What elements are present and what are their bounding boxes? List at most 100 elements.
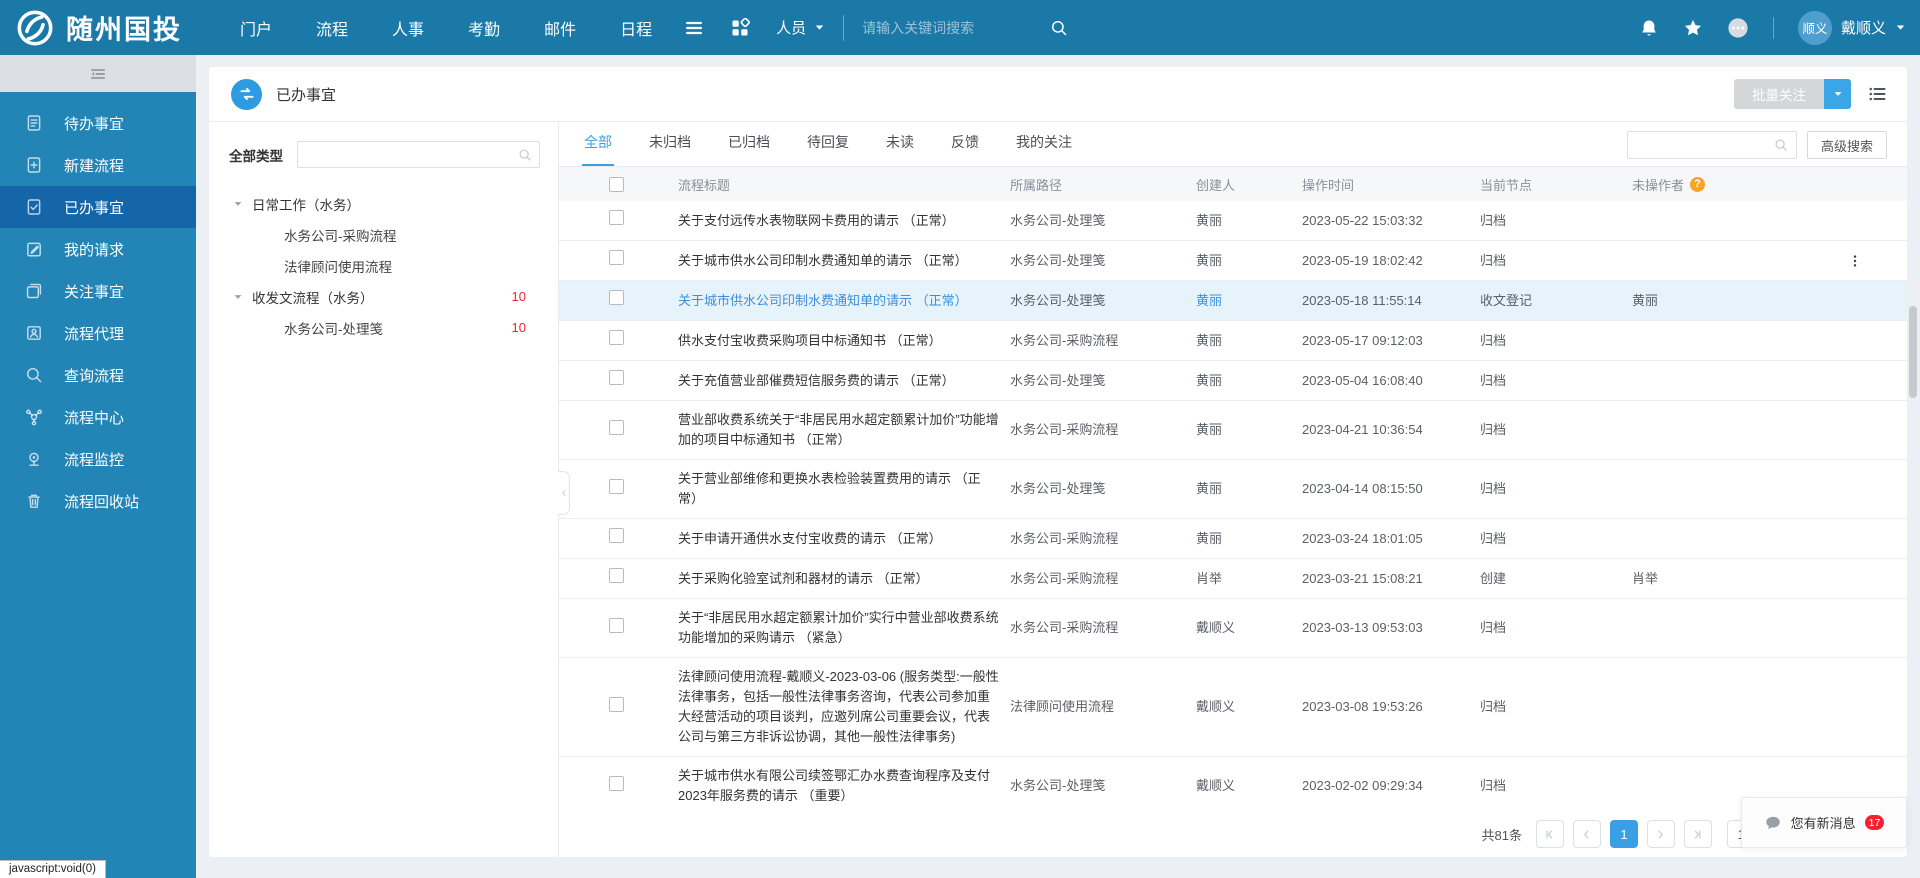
table-row[interactable]: 法律顾问使用流程-戴顺义-2023-03-06 (服务类型:一般性法律事务，包括… xyxy=(559,658,1907,757)
sidebar-item[interactable]: 已办事宜 xyxy=(0,186,196,228)
table-row[interactable]: 关于城市供水有限公司续签鄂汇办水费查询程序及支付2023年服务费的请示 （重要）… xyxy=(559,757,1907,811)
row-checkbox[interactable] xyxy=(609,528,624,543)
status-tab[interactable]: 全部 xyxy=(582,132,614,166)
sidebar-item[interactable]: 待办事宜 xyxy=(0,102,196,144)
status-tab[interactable]: 我的关注 xyxy=(1014,132,1074,166)
table-row[interactable]: 关于采购化验室试剂和器材的请示 （正常） 水务公司-采购流程 肖举 2023-0… xyxy=(559,559,1907,599)
row-title-link[interactable]: 关于采购化验室试剂和器材的请示 （正常） xyxy=(678,560,1010,598)
row-checkbox[interactable] xyxy=(609,330,624,345)
sidebar-item[interactable]: 我的请求 xyxy=(0,228,196,270)
top-nav-item[interactable]: 邮件 xyxy=(544,16,576,40)
row-title-link[interactable]: 供水支付宝收费采购项目中标通知书 （正常） xyxy=(678,322,1010,360)
pagination: 共81条 1 100 跳至 页 xyxy=(559,811,1907,857)
row-checkbox[interactable] xyxy=(609,210,624,225)
row-title-link[interactable]: 关于城市供水有限公司续签鄂汇办水费查询程序及支付2023年服务费的请示 （重要） xyxy=(678,757,1010,811)
row-checkbox[interactable] xyxy=(609,776,624,791)
sidebar-item[interactable]: 流程回收站 xyxy=(0,480,196,522)
row-title-link[interactable]: 关于“非居民用水超定额累计加价”实行中营业部收费系统功能增加的采购请示 （紧急） xyxy=(678,599,1010,657)
top-nav-item[interactable]: 日程 xyxy=(620,16,652,40)
caret-down-icon[interactable] xyxy=(233,199,243,209)
top-nav-item[interactable]: 流程 xyxy=(316,16,348,40)
company-logo-icon xyxy=(16,9,54,47)
module-switcher[interactable]: 人员 xyxy=(776,17,825,38)
prev-page-button[interactable] xyxy=(1573,820,1601,848)
row-title-link[interactable]: 关于充值营业部催费短信服务费的请示 （正常） xyxy=(678,362,1010,400)
row-title-link[interactable]: 关于支付远传水表物联网卡费用的请示 （正常） xyxy=(678,202,1010,240)
search-icon[interactable] xyxy=(1050,19,1068,37)
table-row[interactable]: 关于城市供水公司印制水费通知单的请示 （正常） 水务公司-处理笺 黄丽 2023… xyxy=(559,241,1907,281)
row-title-link[interactable]: 关于营业部维修和更换水表检验装置费用的请示 （正常） xyxy=(678,460,1010,518)
table-row[interactable]: 营业部收费系统关于“非居民用水超定额累计加价”功能增加的项目中标通知书 （正常）… xyxy=(559,401,1907,460)
type-search-input[interactable] xyxy=(305,147,518,162)
search-input[interactable] xyxy=(862,20,1032,36)
sidebar-collapse-button[interactable] xyxy=(0,55,196,92)
table-row[interactable]: 关于“非居民用水超定额累计加价”实行中营业部收费系统功能增加的采购请示 （紧急）… xyxy=(559,599,1907,658)
row-title-link[interactable]: 法律顾问使用流程-戴顺义-2023-03-06 (服务类型:一般性法律事务，包括… xyxy=(678,658,1010,756)
menu-icon[interactable] xyxy=(684,18,704,38)
select-all-checkbox[interactable] xyxy=(609,177,624,192)
tree-item[interactable]: 收发文流程（水务） 10 xyxy=(229,281,540,312)
caret-down-icon[interactable] xyxy=(233,292,243,302)
row-checkbox[interactable] xyxy=(609,618,624,633)
tree-item[interactable]: 水务公司-采购流程 xyxy=(229,219,540,250)
top-nav-item[interactable]: 考勤 xyxy=(468,16,500,40)
search-icon[interactable] xyxy=(1774,138,1788,152)
sidebar-item[interactable]: 查询流程 xyxy=(0,354,196,396)
table-row[interactable]: 关于充值营业部催费短信服务费的请示 （正常） 水务公司-处理笺 黄丽 2023-… xyxy=(559,361,1907,401)
vertical-scrollbar[interactable] xyxy=(1909,306,1917,398)
search-icon[interactable] xyxy=(518,148,532,162)
sidebar-item-label: 流程中心 xyxy=(64,407,124,428)
tree-item[interactable]: 水务公司-处理笺 10 xyxy=(229,312,540,343)
status-tab[interactable]: 未归档 xyxy=(647,132,693,166)
batch-follow-button[interactable]: 批量关注 xyxy=(1734,79,1824,109)
list-search-input[interactable] xyxy=(1636,138,1774,153)
star-icon[interactable] xyxy=(1683,18,1703,38)
row-checkbox[interactable] xyxy=(609,250,624,265)
list-view-icon[interactable] xyxy=(1867,84,1887,104)
app-logo[interactable]: 随州国投 xyxy=(0,8,230,47)
sidebar-item[interactable]: 新建流程 xyxy=(0,144,196,186)
row-pending xyxy=(1632,252,1907,270)
first-page-button[interactable] xyxy=(1536,820,1564,848)
row-title-link[interactable]: 关于城市供水公司印制水费通知单的请示 （正常） xyxy=(678,282,1010,320)
status-tab[interactable]: 已归档 xyxy=(726,132,772,166)
table-row[interactable]: 关于支付远传水表物联网卡费用的请示 （正常） 水务公司-处理笺 黄丽 2023-… xyxy=(559,201,1907,241)
sidebar-item[interactable]: 流程代理 xyxy=(0,312,196,354)
batch-follow-dropdown-button[interactable] xyxy=(1824,79,1851,109)
row-title-link[interactable]: 关于城市供水公司印制水费通知单的请示 （正常） xyxy=(678,242,1010,280)
collapse-tree-panel-handle[interactable] xyxy=(558,471,570,515)
row-checkbox[interactable] xyxy=(609,479,624,494)
help-icon[interactable]: ? xyxy=(1690,177,1705,192)
new-message-toast[interactable]: 您有新消息 17 xyxy=(1741,797,1907,848)
status-tab[interactable]: 未读 xyxy=(884,132,916,166)
more-icon[interactable] xyxy=(1727,17,1749,39)
table-row[interactable]: 关于营业部维修和更换水表检验装置费用的请示 （正常） 水务公司-处理笺 黄丽 2… xyxy=(559,460,1907,519)
advanced-search-button[interactable]: 高级搜索 xyxy=(1807,131,1887,159)
row-title-link[interactable]: 营业部收费系统关于“非居民用水超定额累计加价”功能增加的项目中标通知书 （正常） xyxy=(678,401,1010,459)
tree-item[interactable]: 法律顾问使用流程 xyxy=(229,250,540,281)
top-nav-item[interactable]: 门户 xyxy=(240,16,272,40)
row-checkbox[interactable] xyxy=(609,290,624,305)
tree-item[interactable]: 日常工作（水务） xyxy=(229,188,540,219)
table-row[interactable]: 关于城市供水公司印制水费通知单的请示 （正常） 水务公司-处理笺 黄丽 2023… xyxy=(559,281,1907,321)
next-page-button[interactable] xyxy=(1647,820,1675,848)
sidebar-item[interactable]: 关注事宜 xyxy=(0,270,196,312)
row-title-link[interactable]: 关于申请开通供水支付宝收费的请示 （正常） xyxy=(678,520,1010,558)
row-checkbox[interactable] xyxy=(609,420,624,435)
page-number-button[interactable]: 1 xyxy=(1610,820,1638,848)
user-menu[interactable]: 顺义 戴顺义 xyxy=(1798,11,1906,45)
sidebar-item[interactable]: 流程中心 xyxy=(0,396,196,438)
row-checkbox[interactable] xyxy=(609,697,624,712)
apps-icon[interactable] xyxy=(730,18,750,38)
last-page-button[interactable] xyxy=(1684,820,1712,848)
row-menu-icon[interactable] xyxy=(1848,253,1862,269)
table-row[interactable]: 关于申请开通供水支付宝收费的请示 （正常） 水务公司-采购流程 黄丽 2023-… xyxy=(559,519,1907,559)
row-checkbox[interactable] xyxy=(609,568,624,583)
bell-icon[interactable] xyxy=(1639,18,1659,38)
top-nav-item[interactable]: 人事 xyxy=(392,16,424,40)
row-checkbox[interactable] xyxy=(609,370,624,385)
sidebar-item[interactable]: 流程监控 xyxy=(0,438,196,480)
status-tab[interactable]: 待回复 xyxy=(805,132,851,166)
status-tab[interactable]: 反馈 xyxy=(949,132,981,166)
table-row[interactable]: 供水支付宝收费采购项目中标通知书 （正常） 水务公司-采购流程 黄丽 2023-… xyxy=(559,321,1907,361)
